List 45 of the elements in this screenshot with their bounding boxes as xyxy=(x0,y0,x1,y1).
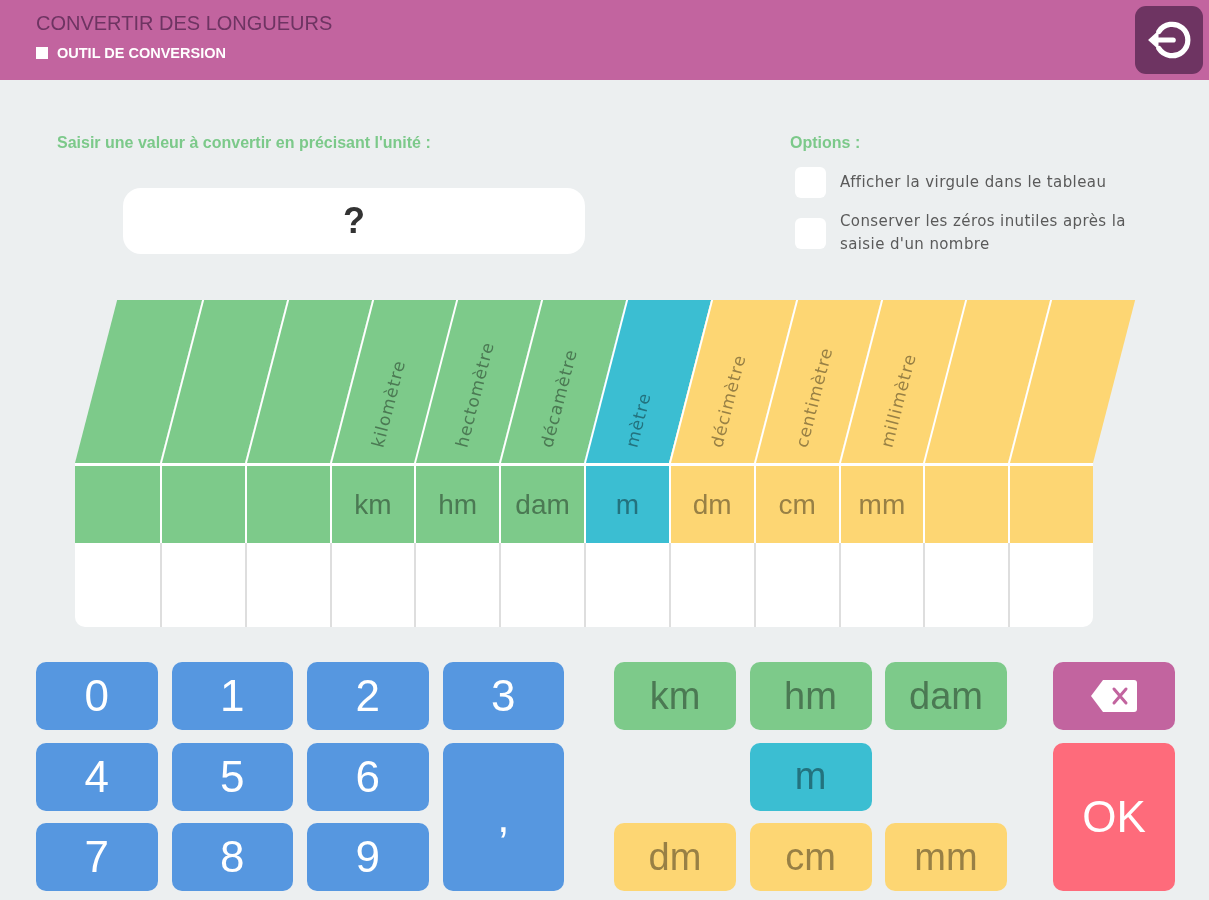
page-subtitle: OUTIL DE CONVERSION xyxy=(57,44,226,62)
unit-column-cell: cm xyxy=(753,463,839,543)
digit-key[interactable]: 6 xyxy=(307,742,429,811)
unit-button[interactable]: cm xyxy=(749,823,872,891)
digit-key[interactable]: 9 xyxy=(307,823,429,891)
unit-column-cell: km xyxy=(329,463,415,543)
unit-name-label: décamètre xyxy=(537,346,582,450)
unit-button[interactable]: mm xyxy=(885,823,1007,891)
unit-name-label: centimètre xyxy=(791,345,837,450)
digit-key[interactable]: 8 xyxy=(171,823,293,891)
digit-key[interactable]: 4 xyxy=(36,742,158,811)
unit-button[interactable]: hm xyxy=(749,662,872,730)
unit-button[interactable]: km xyxy=(614,662,736,730)
options-title: Options : xyxy=(790,133,862,153)
unit-button[interactable]: dm xyxy=(614,823,736,891)
unit-button[interactable]: dam xyxy=(885,662,1007,730)
exit-icon xyxy=(1147,20,1191,60)
comma-key[interactable]: , xyxy=(442,742,564,891)
unit-name-label: hectomètre xyxy=(452,339,499,450)
digit-key[interactable]: 5 xyxy=(171,742,293,811)
digit-key[interactable]: 0 xyxy=(36,662,158,730)
unit-column-cell: mm xyxy=(838,463,924,543)
option-label: Afficher la virgule dans le tableau xyxy=(840,172,1107,193)
unit-column-cell: m xyxy=(584,463,669,543)
page-title: CONVERTIR DES LONGUEURS xyxy=(36,11,333,35)
ok-button[interactable]: OK xyxy=(1053,742,1175,891)
option-label: Conserver les zéros inutiles après la saisie d'un nombre xyxy=(840,211,1127,255)
square-icon xyxy=(36,47,48,59)
digit-key[interactable]: 3 xyxy=(442,662,564,730)
entry-label: Saisir une valeur à convertir en précisant l'unité : xyxy=(57,133,432,153)
unit-name-label: kilomètre xyxy=(367,357,410,450)
unit-name-label: millimètre xyxy=(876,351,920,450)
digit-key[interactable]: 2 xyxy=(307,662,429,730)
digit-key[interactable]: 1 xyxy=(171,662,293,730)
value-input-field[interactable]: ? xyxy=(123,188,585,254)
unit-column-cell: dam xyxy=(499,463,584,543)
backspace-icon xyxy=(1090,678,1138,714)
unit-name-label: mètre xyxy=(621,390,656,450)
backspace-button[interactable] xyxy=(1053,662,1175,730)
unit-column-cell: dm xyxy=(668,463,754,543)
unit-name-label: décimètre xyxy=(706,352,750,450)
exit-button[interactable] xyxy=(1135,6,1203,74)
unit-button[interactable]: m xyxy=(749,742,872,811)
unit-column-cell: hm xyxy=(414,463,500,543)
digit-key[interactable]: 7 xyxy=(36,823,158,891)
